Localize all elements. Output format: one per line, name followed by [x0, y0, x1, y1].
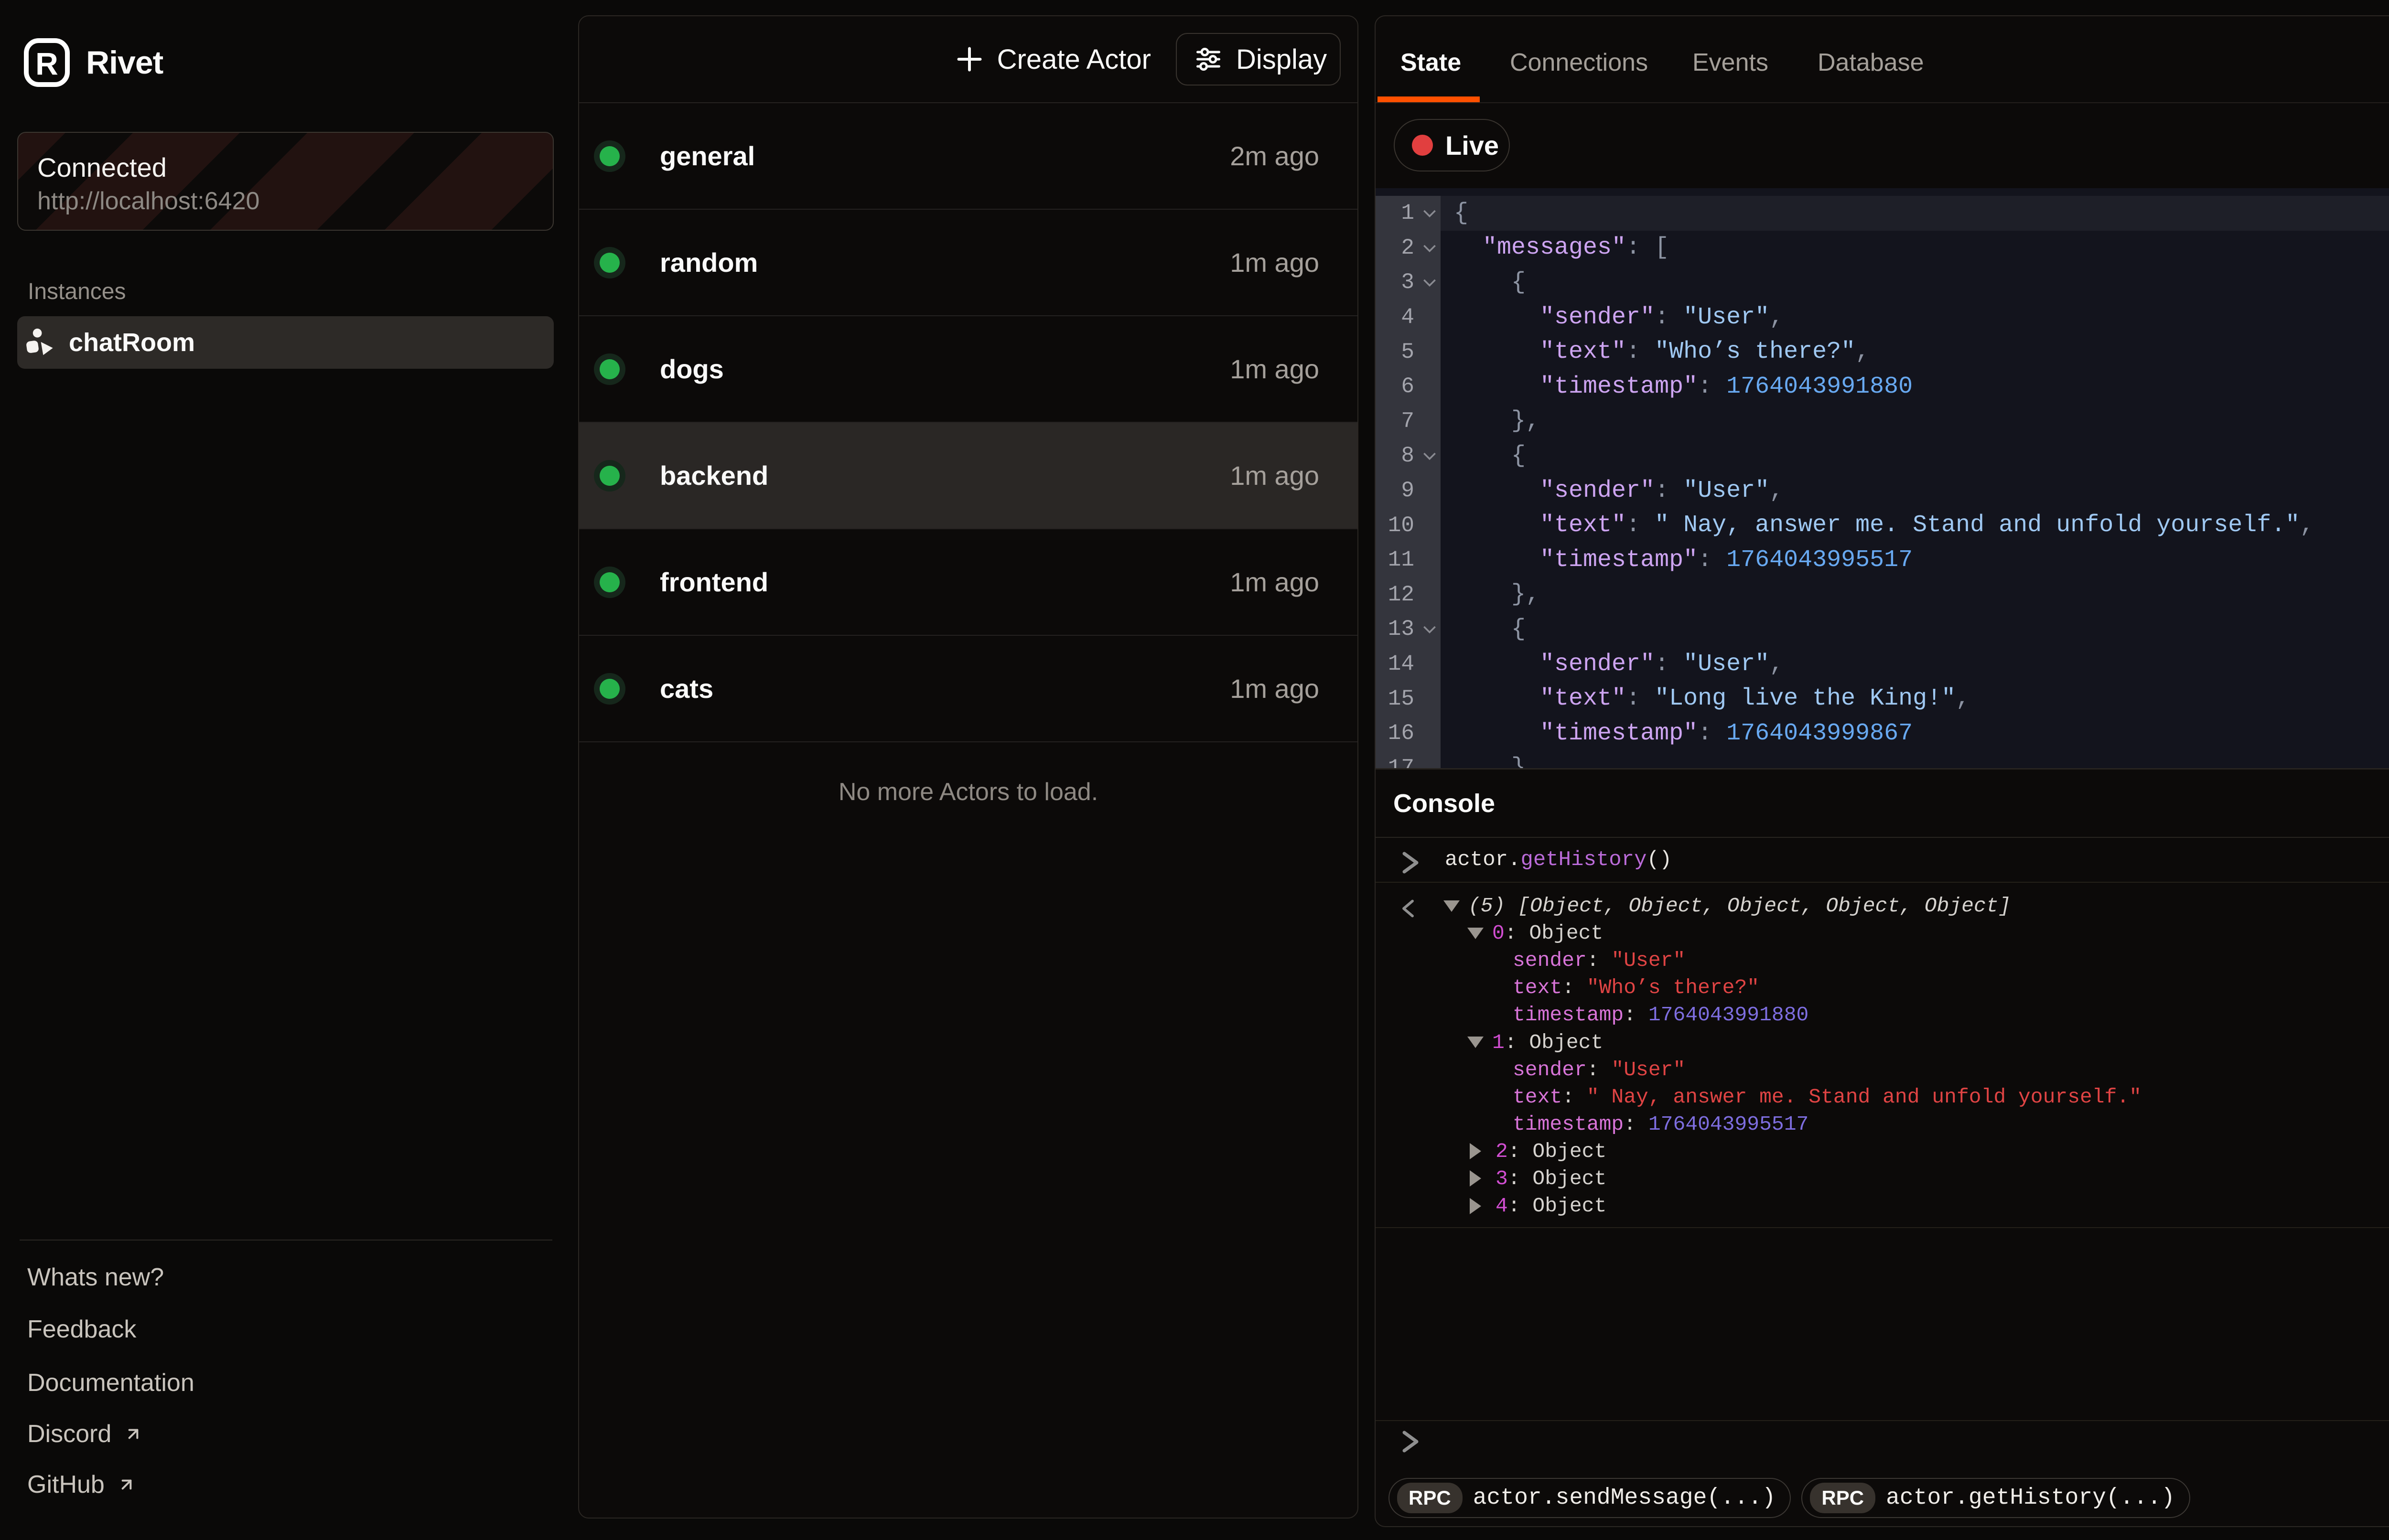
svg-text:R: R — [35, 46, 58, 81]
